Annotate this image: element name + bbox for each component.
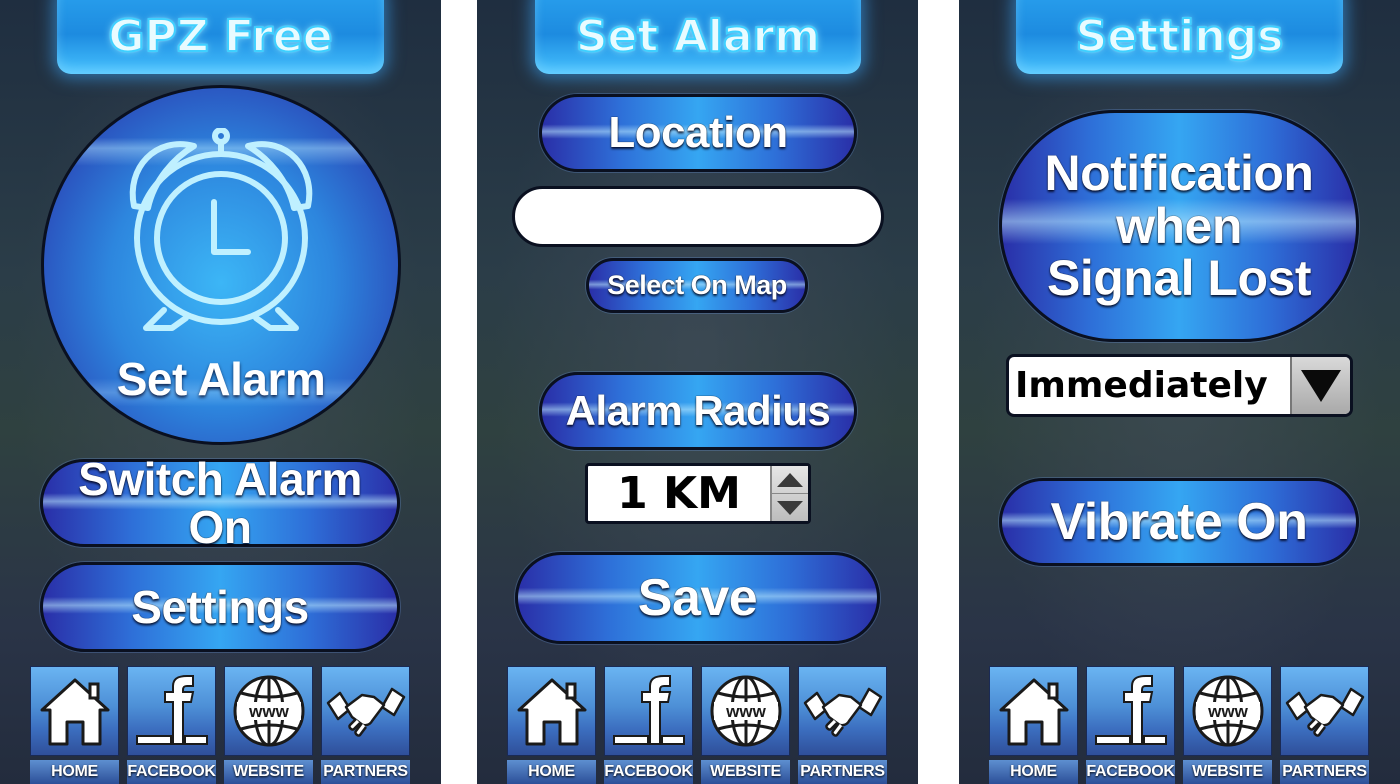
alarm-radius-label: Alarm Radius bbox=[565, 386, 831, 434]
select-on-map-button[interactable]: Select On Map bbox=[586, 258, 808, 313]
alarm-clock-icon bbox=[129, 128, 313, 331]
nav-website[interactable]: www WEBSITE bbox=[1183, 666, 1272, 784]
location-label: Location bbox=[608, 107, 788, 157]
nav-website-label: WEBSITE bbox=[710, 763, 781, 780]
globe-www-icon: www bbox=[710, 675, 781, 747]
notification-signal-lost-button[interactable]: Notification when Signal Lost bbox=[999, 110, 1359, 342]
notification-line-1: Notification bbox=[1044, 145, 1314, 202]
app-title: GPZ Free bbox=[107, 10, 333, 63]
nav-home[interactable]: HOME bbox=[507, 666, 596, 784]
switch-alarm-button[interactable]: Switch Alarm On bbox=[40, 455, 400, 551]
home-title-bar: GPZ Free bbox=[57, 0, 384, 74]
save-button[interactable]: Save bbox=[515, 552, 880, 644]
arrow-down-icon bbox=[777, 500, 803, 515]
up-down-arrows-icon bbox=[770, 466, 808, 521]
set-alarm-title: Set Alarm bbox=[575, 10, 821, 63]
house-icon bbox=[999, 678, 1068, 746]
nav-home[interactable]: HOME bbox=[30, 666, 119, 784]
radius-stepper[interactable]: 1 KM bbox=[585, 463, 811, 524]
settings-title: Settings bbox=[1075, 10, 1285, 63]
dropdown-toggle[interactable] bbox=[1290, 357, 1350, 414]
settings-title-bar: Settings bbox=[1016, 0, 1343, 74]
svg-text:www: www bbox=[725, 702, 766, 721]
nav-home-label: HOME bbox=[51, 763, 98, 780]
svg-text:www: www bbox=[248, 702, 289, 721]
handshake-icon bbox=[326, 687, 405, 737]
facebook-f-icon bbox=[1094, 675, 1167, 745]
set-alarm-button[interactable]: Set Alarm bbox=[41, 85, 401, 445]
handshake-icon bbox=[803, 687, 882, 737]
radius-value: 1 KM bbox=[617, 468, 741, 519]
alarm-radius-button[interactable]: Alarm Radius bbox=[539, 372, 857, 450]
nav-partners[interactable]: PARTNERS bbox=[321, 666, 410, 784]
nav-website-label: WEBSITE bbox=[233, 763, 304, 780]
bottom-nav: HOME FACEBOOK www WEBSITE PARTNERS bbox=[989, 666, 1373, 784]
notification-timing-value: Immediately bbox=[1015, 365, 1268, 406]
triangle-down-icon bbox=[1301, 369, 1341, 402]
svg-text:www: www bbox=[1207, 702, 1248, 721]
set-alarm-title-bar: Set Alarm bbox=[535, 0, 861, 74]
vibrate-toggle-button[interactable]: Vibrate On bbox=[999, 478, 1359, 566]
nav-website[interactable]: www WEBSITE bbox=[701, 666, 790, 784]
globe-www-icon: www bbox=[233, 675, 304, 747]
arrow-up-icon bbox=[777, 472, 803, 487]
nav-facebook-label: FACEBOOK bbox=[604, 763, 693, 780]
facebook-f-icon bbox=[612, 675, 685, 745]
house-icon bbox=[40, 678, 109, 746]
notification-line-2: when bbox=[1116, 197, 1242, 254]
nav-facebook-label: FACEBOOK bbox=[1086, 763, 1175, 780]
stepper-down-button[interactable] bbox=[772, 493, 808, 521]
stepper-up-button[interactable] bbox=[772, 466, 808, 493]
settings-label: Settings bbox=[131, 580, 309, 633]
location-input[interactable] bbox=[512, 186, 884, 247]
globe-www-icon: www bbox=[1192, 675, 1263, 747]
notification-line-3: Signal Lost bbox=[1047, 250, 1311, 307]
save-label: Save bbox=[637, 568, 758, 627]
nav-facebook-label: FACEBOOK bbox=[127, 763, 216, 780]
settings-screen: Settings Notification when Signal Lost I… bbox=[959, 0, 1400, 784]
handshake-icon bbox=[1285, 687, 1364, 737]
nav-website[interactable]: www WEBSITE bbox=[224, 666, 313, 784]
nav-partners[interactable]: PARTNERS bbox=[798, 666, 887, 784]
nav-partners-label: PARTNERS bbox=[1282, 763, 1367, 780]
settings-button[interactable]: Settings bbox=[40, 562, 400, 652]
vibrate-label: Vibrate On bbox=[1050, 492, 1308, 551]
switch-alarm-label: Switch Alarm On bbox=[78, 452, 362, 553]
nav-website-label: WEBSITE bbox=[1192, 763, 1263, 780]
nav-partners-label: PARTNERS bbox=[323, 763, 408, 780]
notification-timing-select[interactable]: Immediately bbox=[1006, 354, 1353, 417]
set-alarm-screen: Set Alarm Location Select On Map Alarm R… bbox=[477, 0, 918, 784]
nav-facebook[interactable]: FACEBOOK bbox=[127, 666, 216, 784]
facebook-f-icon bbox=[135, 675, 208, 745]
nav-partners[interactable]: PARTNERS bbox=[1280, 666, 1369, 784]
nav-home-label: HOME bbox=[528, 763, 575, 780]
nav-facebook[interactable]: FACEBOOK bbox=[1086, 666, 1175, 784]
nav-partners-label: PARTNERS bbox=[800, 763, 885, 780]
nav-home-label: HOME bbox=[1010, 763, 1057, 780]
bottom-nav: HOME FACEBOOK www WEBSITE PARTNERS bbox=[30, 666, 414, 784]
nav-facebook[interactable]: FACEBOOK bbox=[604, 666, 693, 784]
set-alarm-label: Set Alarm bbox=[116, 353, 326, 405]
bottom-nav: HOME FACEBOOK www WEBSITE PARTNERS bbox=[507, 666, 891, 784]
nav-home[interactable]: HOME bbox=[989, 666, 1078, 784]
location-button[interactable]: Location bbox=[539, 94, 857, 172]
select-on-map-label: Select On Map bbox=[607, 270, 787, 301]
house-icon bbox=[517, 678, 586, 746]
home-screen: GPZ Free Set Alarm Switch Alarm On Setti… bbox=[0, 0, 441, 784]
